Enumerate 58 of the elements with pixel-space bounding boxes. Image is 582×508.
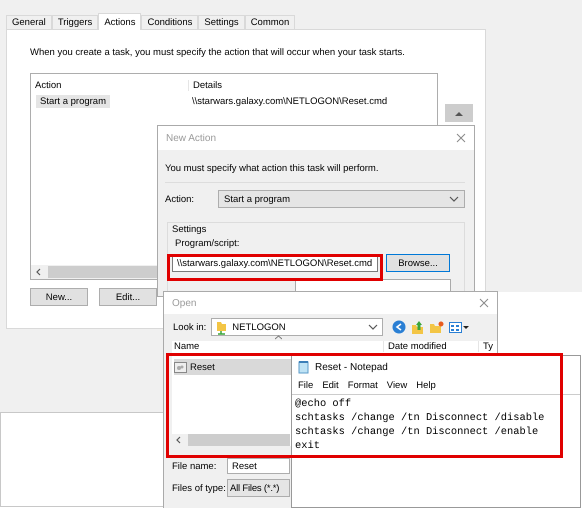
horizontal-scrollbar[interactable]: [172, 434, 290, 446]
field-label: Action:: [165, 194, 196, 204]
field-label: Program/script:: [175, 238, 240, 249]
table-cell[interactable]: Start a program: [36, 94, 110, 108]
field-label: Files of type:: [172, 482, 227, 494]
table-cell-text: \\starwars.galaxy.com\NETLOGON\Reset.cmd: [191, 96, 388, 106]
chevron-down-icon: [449, 195, 459, 203]
menu-item[interactable]: View: [386, 380, 408, 391]
menu-item[interactable]: Edit: [322, 380, 339, 391]
tab[interactable]: Common: [244, 15, 296, 29]
menu-item[interactable]: Help: [416, 380, 436, 391]
field-label: Look in:: [173, 322, 206, 332]
tab[interactable]: Settings: [198, 15, 245, 29]
field-label: File name:: [172, 460, 218, 472]
close-icon: [479, 298, 489, 308]
back-icon[interactable]: [392, 320, 406, 334]
group-title: Settings: [172, 224, 208, 235]
instruction-text: You must specify what action this task will perform.: [165, 163, 378, 174]
action-button[interactable]: Edit...: [99, 288, 157, 306]
window-title: New Action: [166, 132, 216, 144]
window-title: Reset - Notepad: [315, 362, 388, 372]
column-header[interactable]: Date modified: [383, 341, 478, 352]
column-header[interactable]: Details: [188, 80, 222, 90]
action-button[interactable]: New...: [30, 288, 88, 306]
triangle-up-icon: [455, 110, 463, 116]
new-folder-icon[interactable]: [429, 320, 444, 334]
close-icon: [456, 133, 466, 143]
tab[interactable]: Actions: [98, 13, 142, 30]
tab[interactable]: General: [6, 15, 52, 29]
notepad-icon: [298, 360, 309, 374]
folder-up-icon[interactable]: [411, 320, 424, 334]
browse-button[interactable]: Browse...: [386, 254, 450, 272]
chevron-down-icon: [368, 323, 378, 331]
view-menu-icon[interactable]: [449, 322, 470, 332]
window-title: Open: [172, 298, 196, 308]
script-file-icon: [174, 362, 187, 372]
column-header[interactable]: Ty: [478, 341, 494, 352]
code-line: @echo off: [295, 397, 352, 411]
file-name-field[interactable]: Reset: [227, 458, 290, 474]
file-type-dropdown[interactable]: All Files (*.*): [227, 479, 290, 497]
scroll-left-icon: [35, 268, 42, 276]
action-dropdown[interactable]: Start a program: [218, 190, 465, 208]
menu-item[interactable]: File: [298, 380, 314, 391]
sort-caret-icon: [275, 335, 282, 340]
list-item[interactable]: Reset: [174, 359, 292, 375]
network-folder-icon: [216, 319, 228, 335]
code-line: schtasks /change /tn Disconnect /disable: [295, 411, 544, 425]
column-header[interactable]: Name: [172, 341, 383, 352]
column-header[interactable]: Action: [31, 80, 188, 90]
move-up-button[interactable]: [445, 104, 473, 122]
code-line: schtasks /change /tn Disconnect /enable: [295, 425, 538, 439]
look-in-dropdown[interactable]: NETLOGON: [211, 318, 384, 336]
tab[interactable]: Triggers: [52, 15, 98, 29]
menu-item[interactable]: Format: [348, 380, 378, 391]
scroll-left-icon: [175, 436, 182, 444]
code-line: exit: [295, 439, 320, 453]
tab[interactable]: Conditions: [141, 15, 198, 29]
instruction-text: When you create a task, you must specify the action that will occur when your task starts.: [30, 47, 406, 58]
